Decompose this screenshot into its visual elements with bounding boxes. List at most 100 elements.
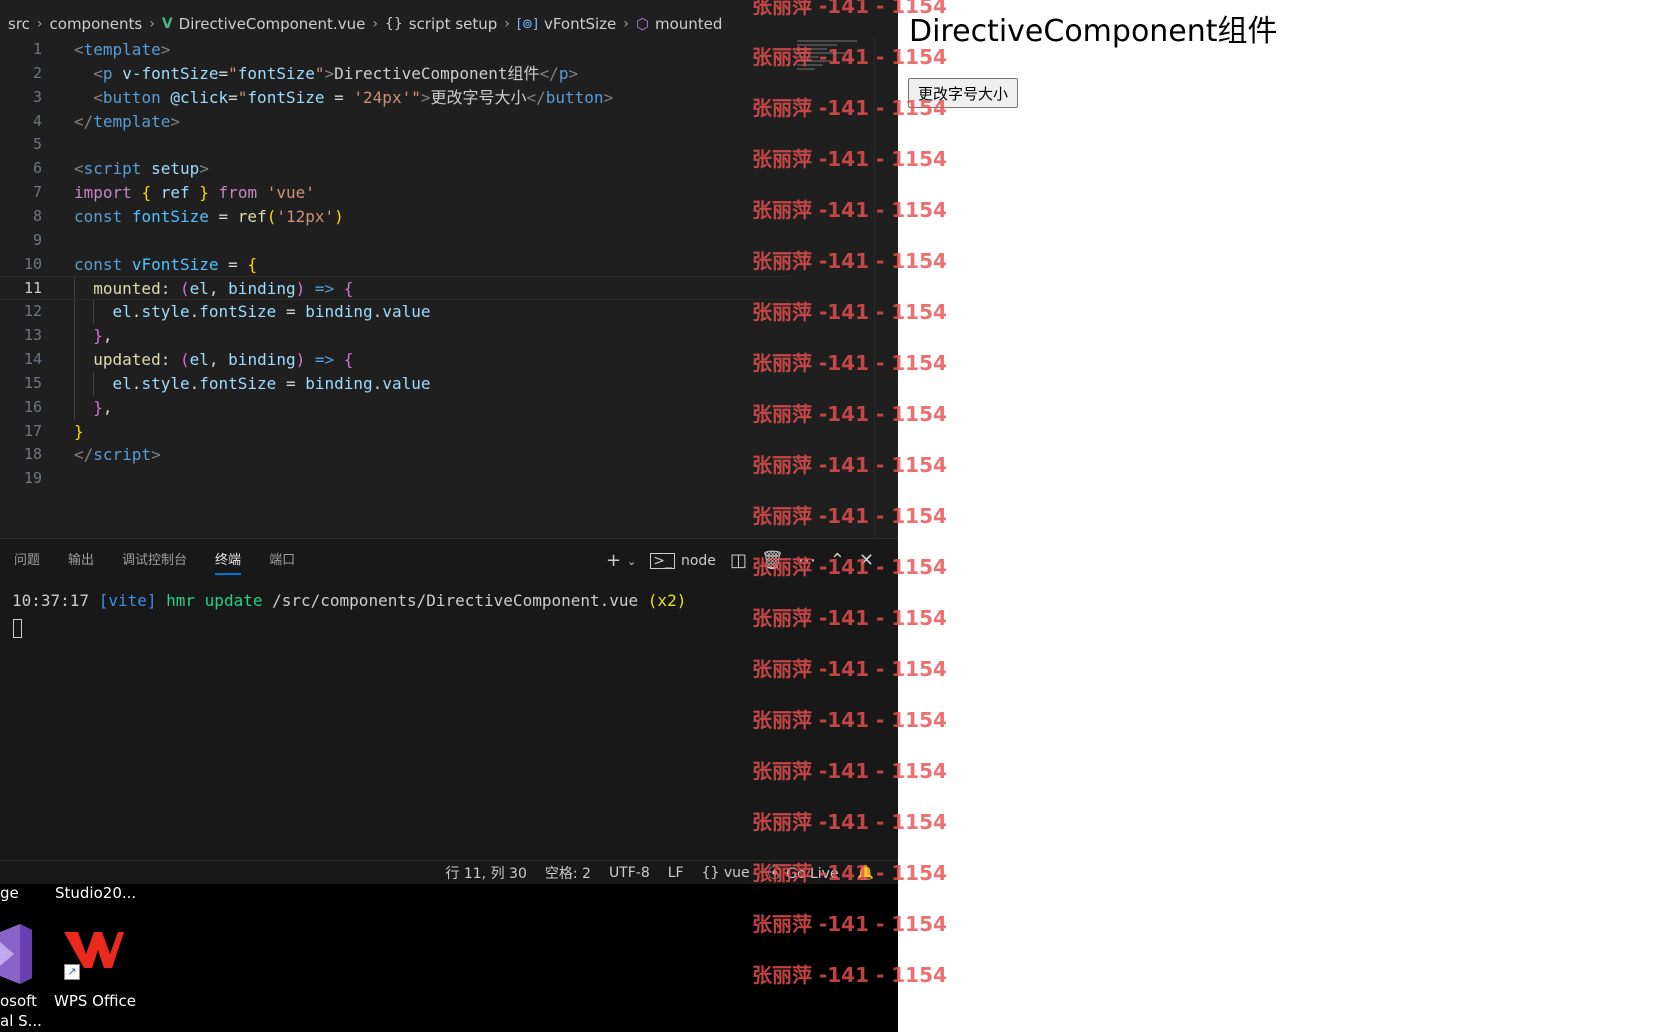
line-number: 3 [32, 87, 42, 106]
line-number: 18 [23, 445, 42, 464]
code-line[interactable]: 3 <button @click="fontSize = '24px'">更改字… [0, 86, 790, 110]
braces-icon: {} [701, 864, 724, 881]
code-line[interactable]: 14 updated: (el, binding) => { [0, 347, 790, 372]
terminal-icon: >_ [650, 553, 675, 569]
line-number: 17 [23, 421, 42, 440]
tab-terminal[interactable]: 终端 [201, 539, 255, 583]
indentation[interactable]: 空格: 2 [545, 863, 591, 883]
chevron-right-icon: › [36, 16, 43, 32]
line-number: 7 [32, 183, 42, 202]
go-live-button[interactable]: ⦿ Go Live [768, 863, 839, 883]
encoding[interactable]: UTF-8 [609, 865, 650, 881]
broadcast-icon: ⦿ [767, 865, 787, 882]
line-number: 15 [23, 373, 42, 392]
breadcrumb-item-src[interactable]: src [8, 15, 30, 33]
vue-file-icon: V [161, 16, 173, 32]
terminal-time: 10:37:17 [12, 591, 90, 610]
terminal-profile-label: node [680, 553, 716, 569]
terminal-count: (x2) [647, 591, 687, 610]
code-line[interactable]: 7 import { ref } from 'vue' [0, 181, 790, 205]
change-font-size-button[interactable]: 更改字号大小 [908, 78, 1019, 108]
bell-icon: 🔔 [856, 864, 874, 881]
terminal-profile[interactable]: >_ node [650, 553, 716, 569]
desktop-label[interactable]: WPS Office [54, 992, 136, 1010]
code-editor[interactable]: src › components › V DirectiveComponent.… [0, 0, 898, 884]
desktop-area: ge Studio20... ↗ osoft al S... WPS Offic… [0, 884, 898, 1032]
code-line[interactable]: 15 el.style.fontSize = binding.value [0, 371, 790, 396]
tab-debug-console[interactable]: 调试控制台 [108, 539, 201, 583]
line-number: 19 [23, 469, 42, 488]
breadcrumb-item-symbol[interactable]: vFontSize [544, 15, 616, 33]
close-icon: ✕ [858, 550, 874, 571]
breadcrumb-item-method[interactable]: mounted [655, 15, 722, 33]
code-line[interactable]: 2 <p v-fontSize="fontSize">DirectiveComp… [0, 62, 790, 86]
go-live-label: Go Live [786, 865, 839, 882]
visual-studio-icon[interactable] [0, 924, 32, 984]
line-number: 14 [23, 349, 42, 368]
language-label: vue [723, 864, 750, 881]
desktop-label[interactable]: osoft [0, 992, 37, 1010]
code-line[interactable]: 18 </script> [0, 443, 790, 467]
line-number: 8 [32, 206, 42, 225]
line-number: 6 [32, 159, 42, 178]
minimap[interactable] [797, 40, 869, 76]
line-number: 1 [32, 40, 42, 58]
code-line[interactable]: 17} [0, 420, 790, 444]
chevron-down-icon: ⌄ [627, 554, 637, 568]
desktop-label[interactable]: ge [0, 884, 19, 902]
tab-ports[interactable]: 端口 [255, 539, 309, 583]
line-number: 13 [23, 326, 42, 345]
cube-icon: ⬡ [635, 15, 649, 33]
terminal-event: hmr update [166, 591, 263, 610]
code-line[interactable]: 12 el.style.fontSize = binding.value [0, 300, 790, 325]
code-line-active[interactable]: 11 mounted: (el, binding) => { [0, 276, 790, 301]
split-icon: ◫ [729, 550, 747, 571]
line-number: 5 [32, 135, 42, 154]
language-mode[interactable]: {} vue [702, 865, 750, 881]
code-area[interactable]: 1 <template> 2 <p v-fontSize="fontSize">D… [0, 38, 790, 491]
breadcrumb-item-file[interactable]: DirectiveComponent.vue [179, 15, 366, 33]
cursor-position[interactable]: 行 11, 列 30 [445, 863, 526, 883]
line-number: 11 [23, 279, 42, 298]
code-line[interactable]: 19 [0, 467, 790, 491]
breadcrumb-item-components[interactable]: components [50, 15, 143, 33]
more-actions-button[interactable]: ⋯ [798, 552, 816, 570]
code-line[interactable]: 4 </template> [0, 110, 790, 134]
maximize-panel-button[interactable]: ⌃ [830, 552, 845, 570]
panel-tab-bar: 问题 输出 调试控制台 终端 端口 [0, 539, 309, 583]
line-number: 12 [23, 302, 42, 321]
code-line[interactable]: 5 [0, 133, 790, 157]
vertical-scrollbar[interactable] [874, 38, 888, 538]
code-line[interactable]: 16 }, [0, 395, 790, 420]
braces-icon: {} [384, 16, 403, 32]
line-number: 9 [32, 230, 42, 249]
terminal-output[interactable]: 10:37:17 [vite] hmr update /src/componen… [12, 591, 686, 610]
code-line[interactable]: 9 [0, 229, 790, 253]
code-line[interactable]: 1 <template> [0, 38, 790, 62]
tab-output[interactable]: 输出 [54, 539, 108, 583]
panel-actions: + ⌄ >_ node ◫ 🗑 ⋯ ⌃ ✕ [606, 539, 874, 583]
breadcrumb: src › components › V DirectiveComponent.… [0, 13, 722, 35]
plus-icon: + [605, 550, 622, 571]
kill-terminal-button[interactable]: 🗑 [761, 552, 784, 570]
close-panel-button[interactable]: ✕ [859, 552, 874, 570]
breadcrumb-item-script[interactable]: script setup [409, 15, 498, 33]
desktop-label[interactable]: al S... [0, 1012, 42, 1030]
tab-problems[interactable]: 问题 [0, 539, 54, 583]
code-line[interactable]: 13 }, [0, 324, 790, 348]
line-number: 4 [32, 111, 42, 130]
variable-icon: [⊚] [516, 16, 538, 32]
code-line[interactable]: 8 const fontSize = ref('12px') [0, 205, 790, 229]
end-of-line[interactable]: LF [668, 865, 684, 881]
notifications-button[interactable]: 🔔 [857, 865, 874, 881]
trash-icon: 🗑 [760, 550, 784, 571]
more-icon: ⋯ [797, 550, 816, 571]
desktop-label[interactable]: Studio20... [55, 884, 136, 902]
new-terminal-button[interactable]: + ⌄ [606, 552, 636, 570]
code-line[interactable]: 6 <script setup> [0, 157, 790, 181]
line-number: 10 [23, 254, 42, 273]
split-terminal-button[interactable]: ◫ [730, 552, 747, 570]
code-line[interactable]: 10 const vFontSize = { [0, 253, 790, 277]
chevron-up-icon: ⌃ [829, 550, 845, 571]
line-number: 16 [23, 397, 42, 416]
